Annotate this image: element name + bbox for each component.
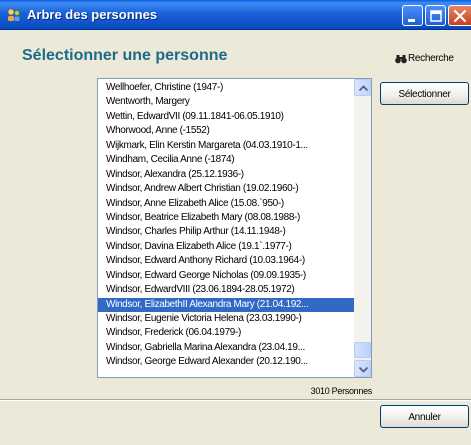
list-item[interactable]: Windsor, Frederick (06.04.1979-) (98, 326, 354, 340)
list-item[interactable]: Windsor, ElizabethII Alexandra Mary (21.… (98, 297, 354, 312)
minimize-button[interactable] (402, 5, 423, 26)
scroll-thumb[interactable] (354, 342, 371, 358)
list-item[interactable]: Windsor, EdwardVIII (23.06.1894-28.05.19… (98, 283, 354, 297)
close-button[interactable] (448, 5, 471, 26)
list-item[interactable]: Whorwood, Anne (-1552) (98, 124, 354, 138)
list-item[interactable]: Windsor, Gabriella Marina Alexandra (23.… (98, 341, 354, 355)
scroll-up-button[interactable] (354, 79, 371, 96)
page-title: Sélectionner une personne (22, 47, 228, 64)
list-item[interactable]: Windsor, Davina Elizabeth Alice (19.1`.1… (98, 240, 354, 254)
binoculars-icon (395, 54, 407, 67)
list-item[interactable]: Windham, Cecilia Anne (-1874) (98, 153, 354, 167)
select-button[interactable]: Sélectionner (380, 82, 469, 105)
list-item[interactable]: Windsor, Anne Elizabeth Alice (15.08.`95… (98, 197, 354, 211)
list-item[interactable]: Wijkmark, Elin Kerstin Margareta (04.03.… (98, 139, 354, 153)
scroll-down-button[interactable] (354, 360, 371, 377)
title-bar[interactable]: Arbre des personnes (0, 0, 471, 30)
list-item[interactable]: Windsor, Edward George Nicholas (09.09.1… (98, 269, 354, 283)
person-list[interactable]: Wellhoefer, Christine (1947-) Wentworth, … (98, 81, 354, 375)
window-title: Arbre des personnes (27, 7, 158, 22)
list-item[interactable]: Windsor, Andrew Albert Christian (19.02.… (98, 182, 354, 196)
divider (0, 399, 471, 401)
list-item[interactable]: Windsor, Eugenie Victoria Helena (23.03.… (98, 312, 354, 326)
list-item[interactable]: Wentworth, Margery (98, 95, 354, 109)
list-item[interactable]: Windsor, Beatrice Elizabeth Mary (08.08.… (98, 211, 354, 225)
search-label: Recherche (408, 53, 454, 64)
list-item[interactable]: Windsor, Edward Anthony Richard (10.03.1… (98, 254, 354, 268)
list-item[interactable]: Windsor, Charles Philip Arthur (14.11.19… (98, 225, 354, 239)
vertical-scrollbar[interactable] (354, 79, 371, 377)
maximize-button[interactable] (425, 5, 446, 26)
person-count: 3010 Personnes (310, 386, 373, 396)
dialog-window: Arbre des personnes Sélectionner une per… (0, 0, 471, 445)
list-item[interactable]: Wettin, EdwardVII (09.11.1841-06.05.1910… (98, 110, 354, 124)
person-listbox[interactable]: Wellhoefer, Christine (1947-) Wentworth, … (97, 78, 372, 378)
people-tree-icon (6, 8, 22, 22)
cancel-button[interactable]: Annuler (380, 405, 469, 428)
list-item[interactable]: Windsor, Alexandra (25.12.1936-) (98, 168, 354, 182)
list-item[interactable]: Windsor, George Edward Alexander (20.12.… (98, 355, 354, 369)
list-item[interactable]: Wellhoefer, Christine (1947-) (98, 81, 354, 95)
